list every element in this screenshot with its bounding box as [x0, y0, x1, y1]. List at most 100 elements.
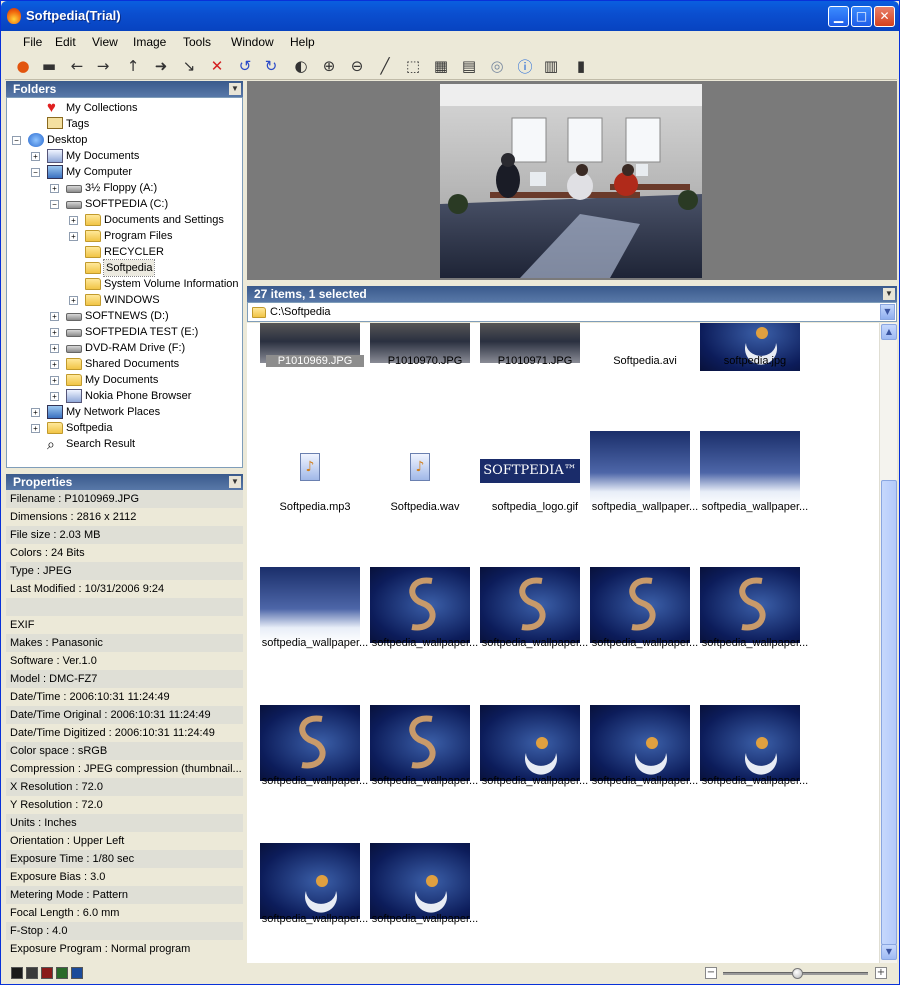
file-thumbnail[interactable]: softpedia_wallpaper...: [260, 703, 370, 841]
move-icon[interactable]: ➜: [149, 54, 173, 78]
expand-toggle-icon[interactable]: +: [50, 392, 59, 401]
tree-item[interactable]: + My Documents: [7, 372, 242, 388]
zoom-in-button[interactable]: +: [875, 967, 887, 979]
color-swatch[interactable]: [71, 967, 83, 979]
rotate-left-icon[interactable]: ↺: [233, 54, 257, 78]
path-bar[interactable]: C:\Softpedia ▼: [247, 302, 897, 322]
file-thumbnail[interactable]: softpedia_wallpaper...: [700, 565, 810, 703]
file-thumbnail[interactable]: softpedia_wallpaper...: [700, 703, 810, 841]
file-thumbnail[interactable]: softpedia_wallpaper...: [370, 565, 480, 703]
folders-dropdown-icon[interactable]: ▼: [229, 83, 241, 95]
menu-image[interactable]: Image: [133, 35, 166, 49]
tree-item[interactable]: ⌕ Search Result: [7, 436, 242, 452]
expand-toggle-icon[interactable]: +: [31, 152, 40, 161]
tree-item[interactable]: + Documents and Settings: [7, 212, 242, 228]
file-thumbnail[interactable]: softpedia_wallpaper...: [370, 841, 480, 963]
cd-icon[interactable]: ◎: [485, 54, 509, 78]
tree-item[interactable]: + Nokia Phone Browser: [7, 388, 242, 404]
maximize-button[interactable]: □: [851, 6, 872, 27]
file-thumbnail[interactable]: softpedia_wallpaper...: [260, 565, 370, 703]
expand-toggle-icon[interactable]: +: [50, 360, 59, 369]
tree-item[interactable]: + My Network Places: [7, 404, 242, 420]
expand-toggle-icon[interactable]: +: [31, 408, 40, 417]
delete-icon[interactable]: ✕: [205, 54, 229, 78]
info-icon[interactable]: ⓘ: [513, 54, 537, 78]
zoom-out-button[interactable]: −: [705, 967, 717, 979]
file-thumbnail[interactable]: softpedia.jpg: [700, 323, 810, 431]
scroll-up-button[interactable]: ▲: [881, 324, 897, 340]
menu-window[interactable]: Window: [231, 35, 274, 49]
color-swatch[interactable]: [41, 967, 53, 979]
browser-dropdown-icon[interactable]: ▼: [883, 288, 895, 300]
close-button[interactable]: ✕: [874, 6, 895, 27]
scroll-down-button[interactable]: ▼: [881, 944, 897, 960]
color-swatch[interactable]: [56, 967, 68, 979]
select-icon[interactable]: ⬚: [401, 54, 425, 78]
tree-item[interactable]: Tags: [7, 116, 242, 132]
file-thumbnail[interactable]: ♪ Softpedia.mp3: [260, 429, 370, 567]
properties-dropdown-icon[interactable]: ▼: [229, 476, 241, 488]
tree-item[interactable]: + My Documents: [7, 148, 242, 164]
tree-item[interactable]: + WINDOWS: [7, 292, 242, 308]
expand-toggle-icon[interactable]: +: [50, 184, 59, 193]
file-thumbnail[interactable]: P1010971.JPG: [480, 323, 590, 431]
tree-item[interactable]: Softpedia: [7, 259, 242, 277]
back-icon[interactable]: ←: [65, 54, 89, 78]
forward-icon[interactable]: →: [91, 54, 115, 78]
file-thumbnail[interactable]: softpedia_wallpaper...: [260, 841, 370, 963]
path-field[interactable]: C:\Softpedia: [270, 306, 331, 318]
menu-file[interactable]: File: [23, 35, 42, 49]
scroll-thumb[interactable]: [881, 480, 897, 945]
color-palette-icon[interactable]: ▮: [569, 54, 593, 78]
expand-toggle-icon[interactable]: +: [69, 296, 78, 305]
file-thumbnail[interactable]: ♪ Softpedia.wav: [370, 429, 480, 567]
tree-item[interactable]: + Program Files: [7, 228, 242, 244]
color-swatch[interactable]: [11, 967, 23, 979]
expand-toggle-icon[interactable]: +: [50, 312, 59, 321]
zoom-in-icon[interactable]: ⊕: [317, 54, 341, 78]
file-thumbnail[interactable]: softpedia_wallpaper...: [480, 565, 590, 703]
up-icon[interactable]: ↑: [121, 54, 145, 78]
color-swatch[interactable]: [26, 967, 38, 979]
file-thumbnail[interactable]: softpedia_wallpaper...: [700, 429, 810, 567]
tree-item[interactable]: ♥ My Collections: [7, 100, 242, 116]
rotate-right-icon[interactable]: ↻: [259, 54, 283, 78]
zoom-out-icon[interactable]: ⊖: [345, 54, 369, 78]
menu-view[interactable]: View: [92, 35, 118, 49]
tree-item[interactable]: + Softpedia: [7, 420, 242, 436]
zoom-slider[interactable]: [723, 968, 868, 979]
file-thumbnail[interactable]: P1010970.JPG: [370, 323, 480, 431]
copy-icon[interactable]: ↘: [177, 54, 201, 78]
file-thumbnail[interactable]: SOFTPEDIA™ softpedia_logo.gif: [480, 429, 590, 567]
tree-item[interactable]: − My Computer: [7, 164, 242, 180]
vertical-scrollbar[interactable]: ▲ ▼: [879, 323, 897, 963]
menu-tools[interactable]: Tools: [183, 35, 211, 49]
expand-toggle-icon[interactable]: +: [50, 376, 59, 385]
expand-toggle-icon[interactable]: −: [12, 136, 21, 145]
title-bar[interactable]: Softpedia(Trial) ▁ □ ✕: [1, 1, 899, 31]
tree-item[interactable]: − Desktop: [7, 132, 242, 148]
expand-toggle-icon[interactable]: +: [69, 232, 78, 241]
expand-toggle-icon[interactable]: +: [31, 424, 40, 433]
contrast-icon[interactable]: ◐: [289, 54, 313, 78]
open-icon[interactable]: ●: [11, 54, 35, 78]
zoom-slider-knob[interactable]: [791, 968, 803, 979]
menu-edit[interactable]: Edit: [55, 35, 76, 49]
expand-toggle-icon[interactable]: −: [50, 200, 59, 209]
file-thumbnail[interactable]: Softpedia.avi: [590, 323, 700, 431]
menu-help[interactable]: Help: [290, 35, 315, 49]
tree-item[interactable]: + DVD-RAM Drive (F:): [7, 340, 242, 356]
line-icon[interactable]: ╱: [373, 54, 397, 78]
path-dropdown-icon[interactable]: ▼: [880, 304, 895, 320]
tree-item[interactable]: RECYCLER: [7, 244, 242, 260]
tree-item[interactable]: − SOFTPEDIA (C:): [7, 196, 242, 212]
expand-toggle-icon[interactable]: +: [50, 344, 59, 353]
file-thumbnail[interactable]: softpedia_wallpaper...: [590, 565, 700, 703]
tree-item[interactable]: + Shared Documents: [7, 356, 242, 372]
tree-item[interactable]: + SOFTNEWS (D:): [7, 308, 242, 324]
expand-toggle-icon[interactable]: −: [31, 168, 40, 177]
tree-item[interactable]: System Volume Information: [7, 276, 242, 292]
file-thumbnail[interactable]: softpedia_wallpaper...: [370, 703, 480, 841]
file-thumbnail[interactable]: P1010969.JPG: [260, 323, 370, 431]
expand-toggle-icon[interactable]: +: [50, 328, 59, 337]
